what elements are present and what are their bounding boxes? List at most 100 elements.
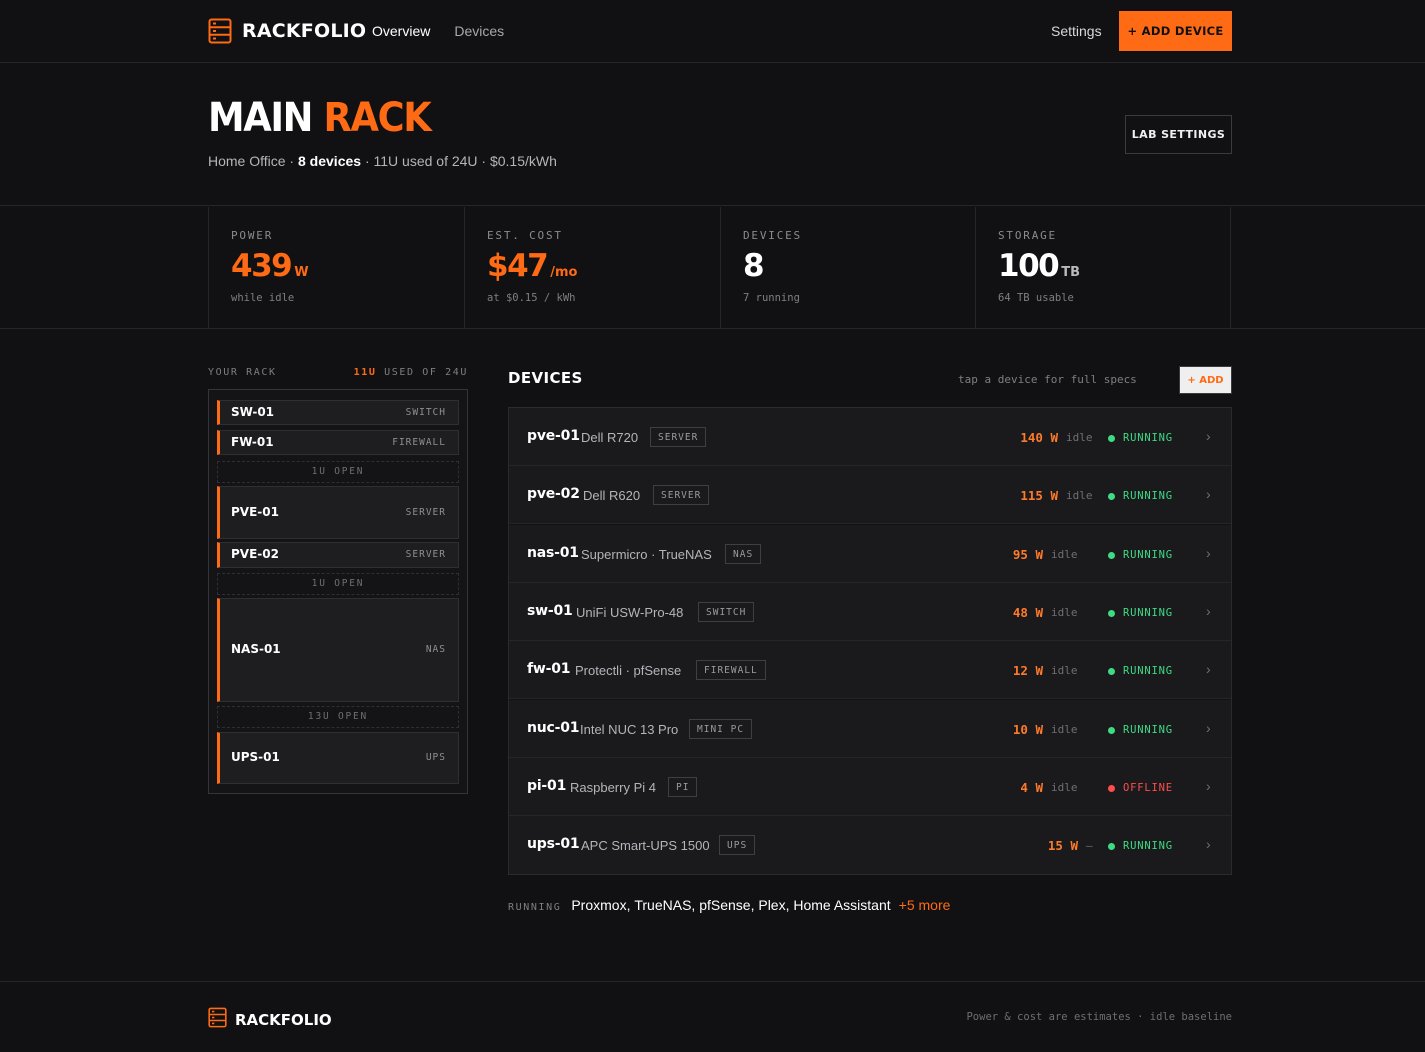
app-separator: , xyxy=(626,897,635,913)
device-row[interactable]: fw-01 Protectli · pfSense FIREWALL 12 W idle… xyxy=(509,641,1231,699)
devices-title: DEVICES xyxy=(508,369,583,387)
device-row[interactable]: nas-01 Supermicro · TrueNAS NAS 95 W idle RUN… xyxy=(509,525,1231,583)
device-type-badge: UPS xyxy=(719,835,756,855)
main-nav: Overview Devices xyxy=(372,23,504,39)
status-dot xyxy=(1108,785,1115,792)
stat-card: DEVICES 8 7 running xyxy=(720,207,976,328)
rack-header: YOUR RACK 11U USED OF 24U xyxy=(208,367,468,378)
brand-logo[interactable]: RACKFOLIO xyxy=(208,18,366,44)
device-type-badge: PI xyxy=(668,777,698,797)
status-dot xyxy=(1108,843,1115,850)
rack-slot[interactable]: SW-01 SWITCH xyxy=(217,400,459,425)
devices-hint: tap a device for full specs xyxy=(958,373,1137,386)
device-name: pve-02 xyxy=(527,486,580,502)
device-name: sw-01 xyxy=(527,603,573,619)
rack-slot-name: PVE-01 xyxy=(231,505,279,519)
device-row[interactable]: pve-02 Dell R620 SERVER 115 W idle RUNNING › xyxy=(509,466,1231,524)
page-title: MAIN RACK xyxy=(208,98,432,138)
rack-slot[interactable]: FW-01 FIREWALL xyxy=(217,430,459,455)
stat-card: STORAGE 100 TB 64 TB usable xyxy=(975,207,1231,328)
device-power: 4 W xyxy=(1020,780,1043,795)
status-badge: RUNNING xyxy=(1123,840,1173,852)
summary-separator: · xyxy=(285,153,298,169)
stat-note: 64 TB usable xyxy=(998,292,1074,304)
rack-open-space: 1U OPEN xyxy=(217,573,459,595)
rack-slot-name: NAS-01 xyxy=(231,642,281,656)
hero-section: MAIN RACK Home Office · 8 devices · 11U … xyxy=(0,64,1425,206)
status-badge: RUNNING xyxy=(1123,549,1173,561)
status-dot xyxy=(1108,552,1115,559)
stat-label: STORAGE xyxy=(998,229,1057,242)
rack-slot-name: FW-01 xyxy=(231,435,274,449)
device-row[interactable]: pi-01 Raspberry Pi 4 PI 4 W idle OFFLINE › xyxy=(509,758,1231,816)
brand-name: RACKFOLIO xyxy=(242,20,367,42)
stat-value: 439 W xyxy=(231,251,309,282)
status-badge: OFFLINE xyxy=(1123,782,1173,794)
stat-note: 7 running xyxy=(743,292,800,304)
lab-settings-button[interactable]: LAB SETTINGS xyxy=(1125,115,1232,154)
device-model: Dell R720 xyxy=(581,430,639,445)
device-type-badge: SWITCH xyxy=(698,602,755,622)
stat-note: while idle xyxy=(231,292,295,304)
stat-number: 439 xyxy=(231,248,293,284)
stat-label: DEVICES xyxy=(743,229,802,242)
rack-slot[interactable]: PVE-02 SERVER xyxy=(217,542,459,568)
device-power: 15 W xyxy=(1047,838,1078,853)
footer-logo[interactable]: RACKFOLIO xyxy=(208,1007,332,1033)
device-type-badge: NAS xyxy=(725,544,762,564)
rack-slot[interactable]: UPS-01 UPS xyxy=(217,732,459,784)
app-separator: , xyxy=(750,897,759,913)
server-rack-icon xyxy=(208,1007,227,1033)
rack-summary: Home Office · 8 devices · 11U used of 24… xyxy=(208,153,557,169)
settings-link[interactable]: Settings xyxy=(1051,23,1102,39)
device-power: 12 W xyxy=(1012,663,1043,678)
stat-value: 100 TB xyxy=(998,251,1080,282)
device-row[interactable]: pve-01 Dell R720 SERVER 140 W idle RUNNING › xyxy=(509,408,1231,466)
status-dot xyxy=(1108,435,1115,442)
running-services: RUNNING Proxmox, TrueNAS, pfSense, Plex,… xyxy=(508,897,950,913)
rack-slot-type: SERVER xyxy=(405,507,446,518)
chevron-right-icon: › xyxy=(1206,778,1211,794)
device-row[interactable]: nuc-01 Intel NUC 13 Pro MINI PC 10 W idle RUN… xyxy=(509,700,1231,758)
chevron-right-icon: › xyxy=(1206,545,1211,561)
device-list: pve-01 Dell R720 SERVER 140 Widle RUNNING › pv… xyxy=(508,407,1232,875)
device-row[interactable]: sw-01 UniFi USW-Pro-48 SWITCH 48 W idle RUNNI… xyxy=(509,583,1231,641)
device-power-mode: idle xyxy=(1051,664,1078,677)
status-badge: RUNNING xyxy=(1123,490,1173,502)
rack-slot[interactable]: NAS-01 NAS xyxy=(217,598,459,702)
rack-label: YOUR RACK xyxy=(208,367,277,378)
add-device-button[interactable]: + ADD DEVICE xyxy=(1119,11,1232,51)
device-power-mode: idle xyxy=(1051,606,1078,619)
rack-slot-type: SERVER xyxy=(405,549,446,560)
device-name: nas-01 xyxy=(527,545,579,561)
device-model: Raspberry Pi 4 xyxy=(570,780,656,795)
status-badge: RUNNING xyxy=(1123,724,1173,736)
rack-slot[interactable]: PVE-01 SERVER xyxy=(217,486,459,539)
stat-number: 100 xyxy=(998,248,1060,284)
stat-number: $47 xyxy=(487,248,549,284)
device-type-badge: MINI PC xyxy=(689,719,753,739)
rack-slot-type: FIREWALL xyxy=(392,437,446,448)
status-badge: RUNNING xyxy=(1123,432,1173,444)
footer-note: Power & cost are estimates · idle baseli… xyxy=(966,1011,1232,1023)
stat-label: EST. COST xyxy=(487,229,563,242)
rack-used-units: 11U xyxy=(353,367,377,378)
chevron-right-icon: › xyxy=(1206,603,1211,619)
status-dot xyxy=(1108,493,1115,500)
rack-diagram: SW-01 SWITCH FW-01 FIREWALL 1U OPEN PVE-01 SER… xyxy=(208,389,468,794)
rack-usage: 11U USED OF 24U xyxy=(354,367,468,378)
stat-unit: /mo xyxy=(550,265,578,280)
app-separator: , xyxy=(691,897,700,913)
rack-open-space: 1U OPEN xyxy=(217,461,459,483)
add-button[interactable]: + ADD xyxy=(1179,366,1232,394)
device-model: Protectli · pfSense xyxy=(575,663,682,678)
device-model: APC Smart-UPS 1500 xyxy=(581,838,710,853)
device-power-mode: idle xyxy=(1051,781,1078,794)
nav-devices[interactable]: Devices xyxy=(454,23,504,39)
running-app: Home Assistant xyxy=(793,897,891,913)
more-apps-link[interactable]: +5 more xyxy=(899,897,951,913)
device-row[interactable]: ups-01 APC Smart-UPS 1500 UPS 15 W – RUNNING › xyxy=(509,816,1231,874)
top-bar: RACKFOLIO Overview Devices Settings + AD… xyxy=(0,0,1425,63)
device-type-badge: FIREWALL xyxy=(696,660,766,680)
nav-overview[interactable]: Overview xyxy=(372,23,430,39)
